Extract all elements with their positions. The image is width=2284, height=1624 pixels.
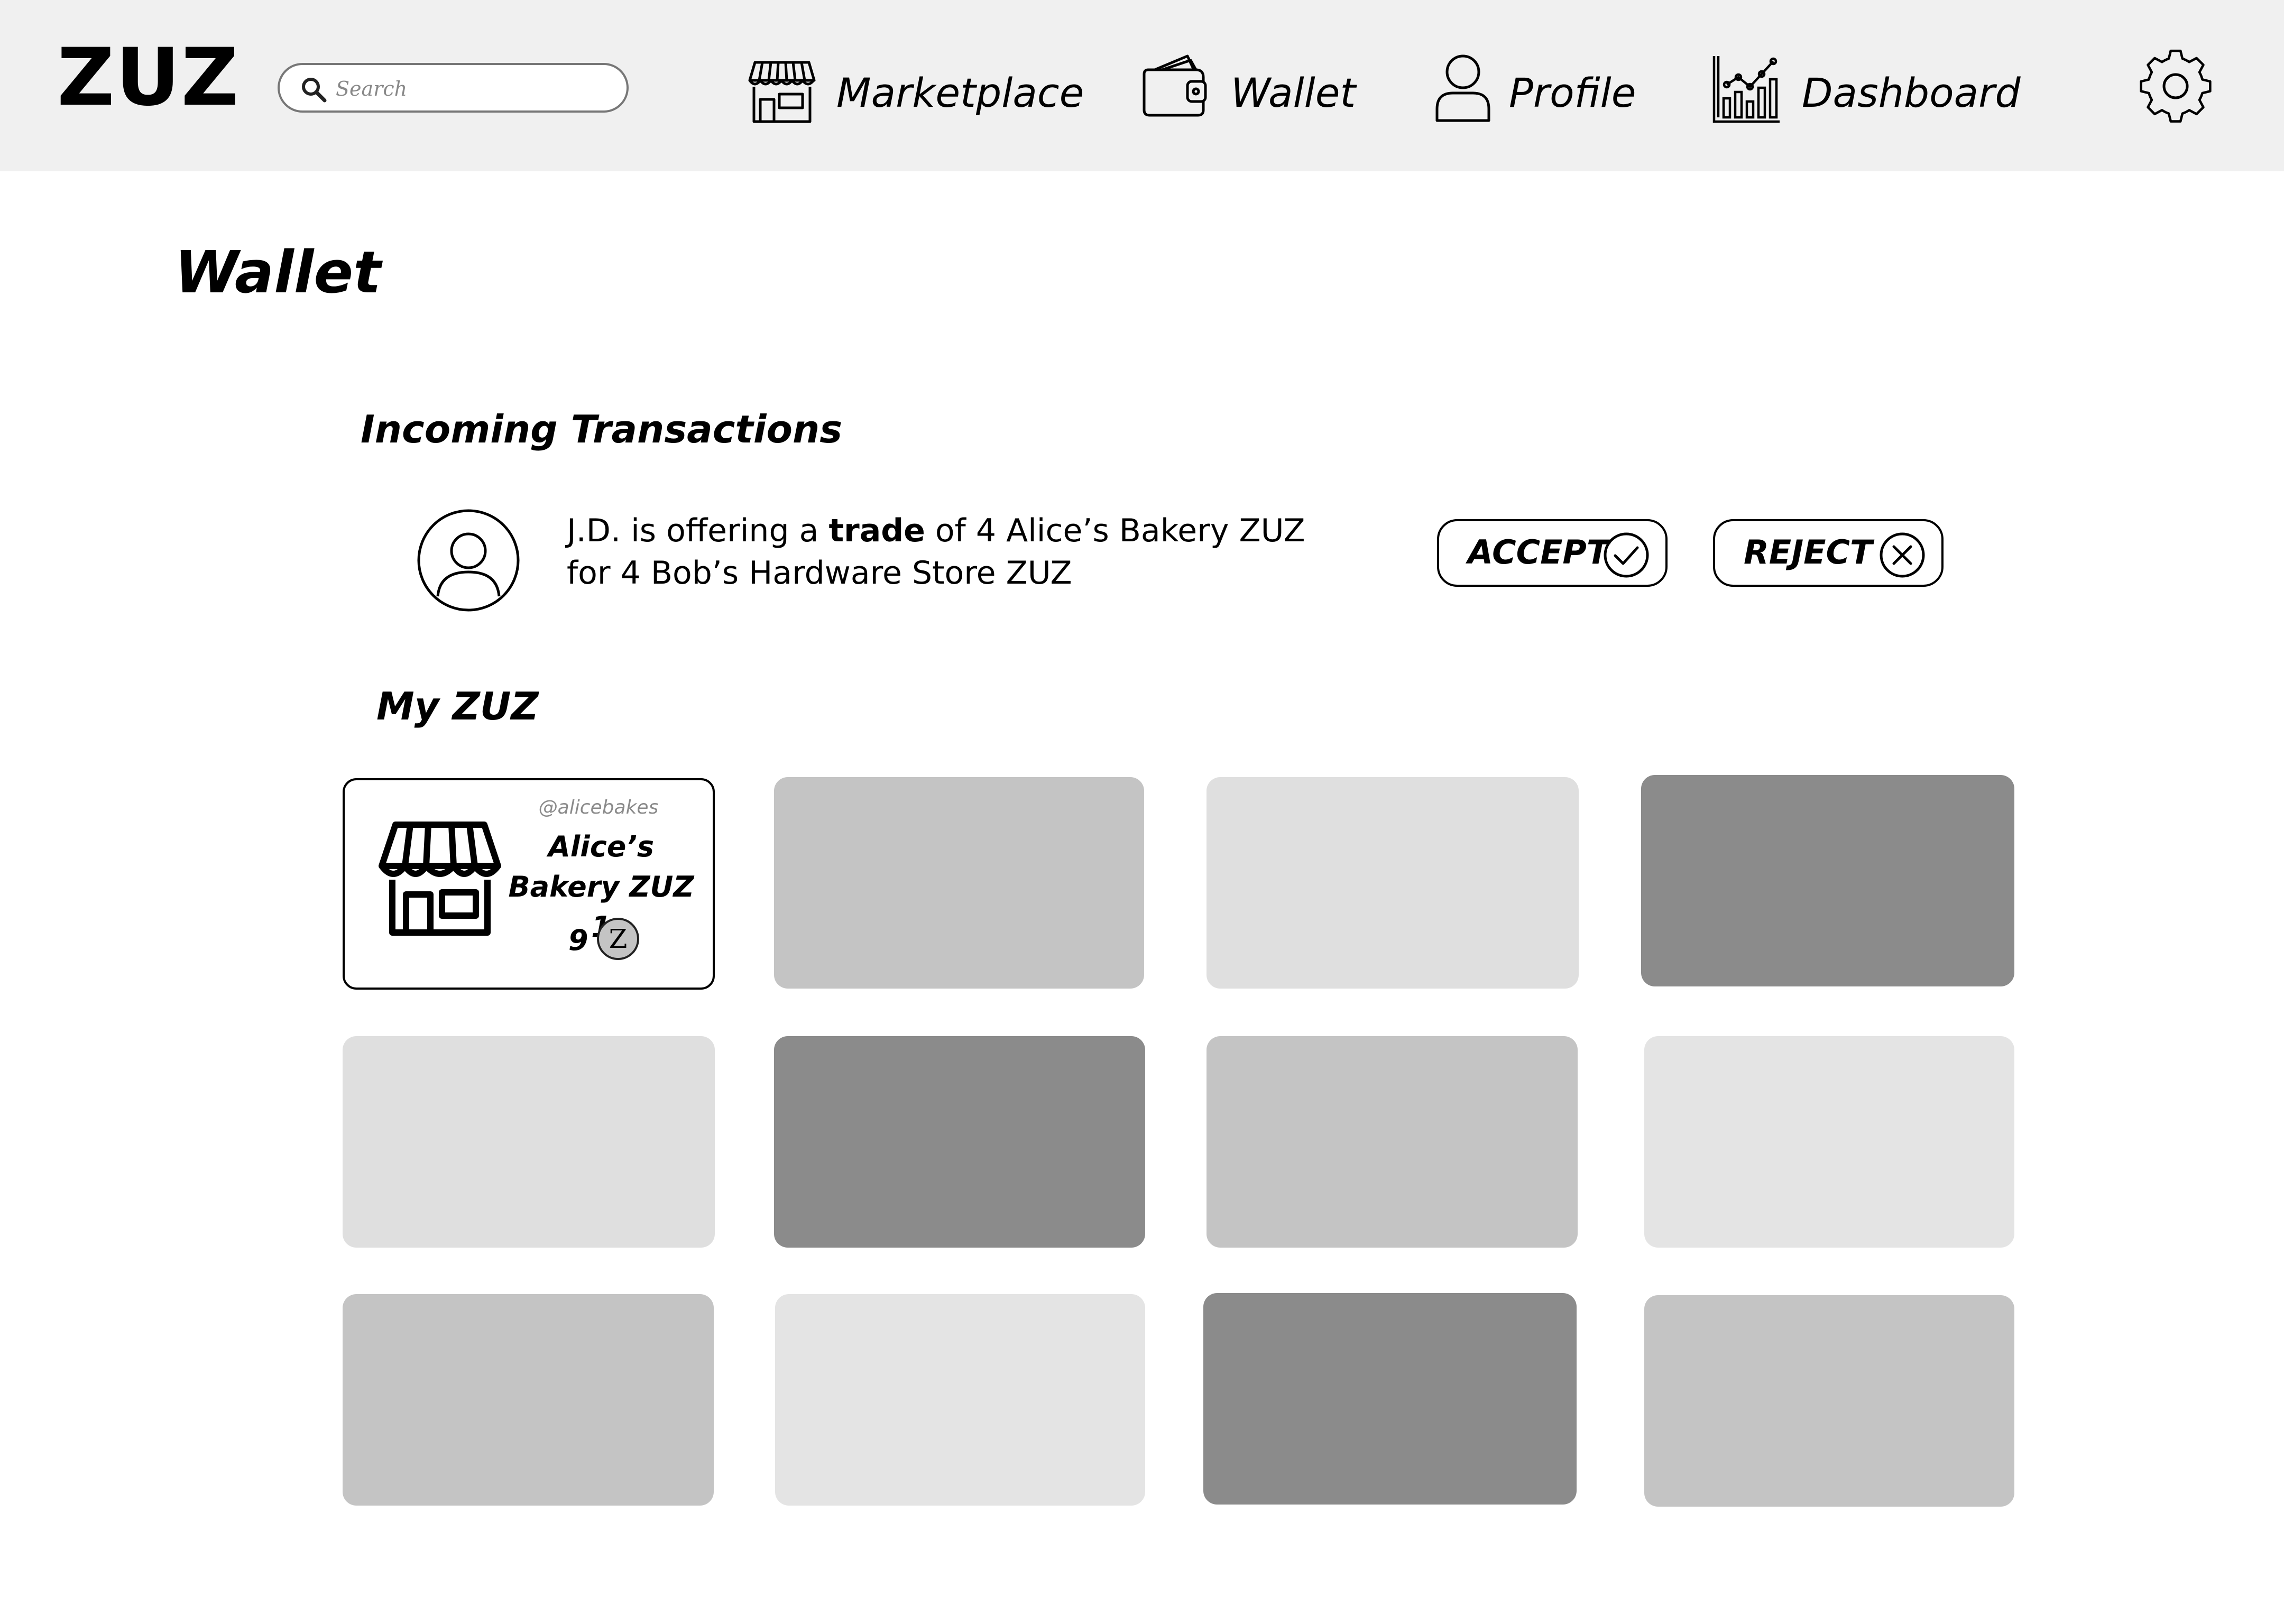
nav-marketplace[interactable]: Marketplace bbox=[747, 51, 1084, 130]
store-icon bbox=[379, 822, 501, 936]
nav-wallet-label: Wallet bbox=[1231, 69, 1356, 116]
top-nav-bar: ZUZ Marketplace bbox=[0, 0, 2284, 171]
zuz-card-placeholder[interactable] bbox=[774, 777, 1144, 989]
transaction-type: trade bbox=[828, 512, 925, 549]
chart-icon bbox=[1712, 56, 1780, 123]
nav-wallet[interactable]: Wallet bbox=[1141, 51, 1363, 130]
reject-button[interactable]: REJECT bbox=[1713, 519, 1944, 587]
zuz-card-placeholder[interactable] bbox=[343, 1036, 715, 1248]
storefront-icon bbox=[748, 61, 816, 123]
zuz-card-count: 9 bbox=[568, 924, 588, 957]
app-logo[interactable]: ZUZ bbox=[57, 38, 240, 117]
page-title: Wallet bbox=[174, 238, 381, 306]
zuz-coin-icon: Z bbox=[597, 918, 639, 960]
incoming-transactions-heading: Incoming Transactions bbox=[361, 407, 843, 451]
zuz-card-handle: @alicebakes bbox=[538, 797, 659, 818]
zuz-card-placeholder[interactable] bbox=[1207, 1036, 1578, 1248]
zuz-card-placeholder[interactable] bbox=[1644, 1295, 2014, 1507]
search-icon bbox=[302, 78, 327, 103]
nav-profile[interactable]: Profile bbox=[1433, 51, 1636, 130]
search-input[interactable] bbox=[335, 73, 612, 104]
zuz-card[interactable]: @alicebakes Alice’s Bakery ZUZ 1 9 Z bbox=[343, 778, 715, 990]
reject-label: REJECT bbox=[1744, 533, 1873, 571]
user-icon bbox=[1435, 54, 1490, 122]
zuz-card-placeholder[interactable] bbox=[343, 1294, 714, 1506]
zuz-card-placeholder[interactable] bbox=[1207, 777, 1579, 989]
settings-gear-icon[interactable] bbox=[2136, 47, 2215, 126]
zuz-card-placeholder[interactable] bbox=[774, 1036, 1145, 1248]
accept-button[interactable]: ACCEPT bbox=[1437, 519, 1668, 587]
close-circle-icon bbox=[1880, 532, 1925, 578]
nav-marketplace-label: Marketplace bbox=[836, 69, 1084, 116]
wallet-icon bbox=[1143, 54, 1207, 117]
zuz-card-placeholder[interactable] bbox=[1203, 1293, 1577, 1505]
zuz-card-placeholder[interactable] bbox=[1644, 1036, 2014, 1248]
zuz-card-placeholder[interactable] bbox=[775, 1294, 1145, 1506]
nav-profile-label: Profile bbox=[1509, 69, 1636, 116]
avatar-icon bbox=[417, 509, 520, 612]
check-circle-icon bbox=[1604, 532, 1649, 578]
my-zuz-heading: My ZUZ bbox=[376, 684, 539, 728]
search-box[interactable] bbox=[278, 63, 629, 113]
transaction-description: J.D. is offering a trade of 4 Alice’s Ba… bbox=[567, 512, 1305, 592]
nav-dashboard[interactable]: Dashboard bbox=[1711, 51, 2021, 130]
accept-label: ACCEPT bbox=[1468, 533, 1609, 571]
zuz-card-placeholder[interactable] bbox=[1641, 775, 2014, 986]
nav-dashboard-label: Dashboard bbox=[1802, 69, 2021, 116]
